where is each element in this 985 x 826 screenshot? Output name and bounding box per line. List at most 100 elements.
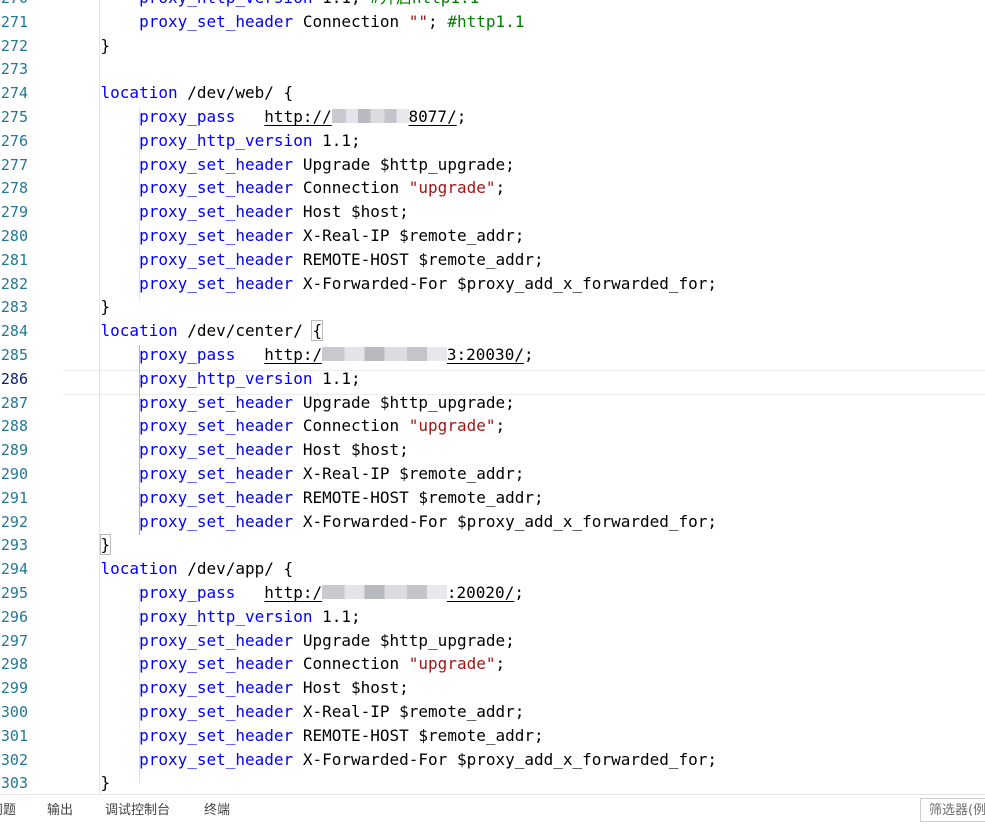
code-line[interactable]: 293 } [0, 533, 985, 557]
line-number: 292 [0, 512, 28, 531]
code-text: proxy_set_header X-Real-IP $remote_addr; [62, 224, 524, 248]
keyword-token: proxy_set_header [139, 440, 294, 460]
code-editor[interactable]: 270 proxy_http_version 1.1; #开启http1.127… [0, 0, 985, 794]
code-token: Connection [293, 654, 409, 674]
line-number: 285 [0, 346, 28, 364]
tab-problems[interactable]: 问题 [0, 795, 16, 826]
code-line[interactable]: 281 proxy_set_header REMOTE-HOST $remote… [0, 248, 985, 272]
code-line[interactable]: 291 proxy_set_header REMOTE-HOST $remote… [0, 486, 985, 510]
code-line[interactable]: 276 proxy_http_version 1.1; [0, 129, 985, 153]
string-token: "upgrade" [408, 178, 496, 198]
tab-debug-console[interactable]: 调试控制台 [105, 795, 170, 826]
code-line[interactable]: 271 proxy_set_header Connection ""; #htt… [0, 10, 985, 34]
code-token: } [62, 773, 111, 793]
code-line[interactable]: 275 proxy_pass http:// 8077/; [0, 105, 985, 129]
code-line[interactable]: 280 proxy_set_header X-Real-IP $remote_a… [0, 224, 985, 248]
code-token: X-Real-IP $remote_addr; [293, 702, 525, 721]
code-text: proxy_set_header Host $host; [62, 676, 409, 700]
code-token: REMOTE-HOST $remote_addr; [293, 725, 544, 745]
code-line[interactable]: 303 } [0, 771, 985, 794]
keyword-token: proxy_set_header [139, 178, 294, 198]
line-number: 270 [0, 0, 28, 10]
code-text: proxy_set_header Connection ""; #http1.1 [62, 10, 524, 34]
keyword-token: proxy_set_header [139, 416, 294, 436]
code-text: proxy_set_header Upgrade $http_upgrade; [62, 391, 515, 415]
code-line[interactable]: 287 proxy_set_header Upgrade $http_upgra… [0, 391, 985, 415]
code-token: X-Forwarded-For $proxy_add_x_forwarded_f… [293, 749, 718, 769]
filter-input[interactable]: 筛选器(例如 [920, 798, 985, 822]
keyword-token: proxy_set_header [139, 630, 294, 650]
code-line[interactable]: 286 proxy_http_version 1.1; [0, 367, 985, 391]
code-text: proxy_pass http:// 8077/; [62, 105, 466, 129]
code-token: Upgrade $http_upgrade; [293, 392, 515, 412]
code-line[interactable]: 277 proxy_set_header Upgrade $http_upgra… [0, 153, 985, 177]
url-token: 8077/ [408, 107, 457, 126]
code-line[interactable]: 272 } [0, 34, 985, 58]
bottom-panel-bar: 问题 输出 调试控制台 终端 筛选器(例如 [0, 794, 985, 826]
tab-output[interactable]: 输出 [47, 795, 73, 826]
code-token: Connection [293, 11, 409, 31]
code-line[interactable]: 270 proxy_http_version 1.1; #开启http1.1 [0, 0, 985, 10]
line-number: 294 [0, 560, 28, 579]
code-line[interactable]: 278 proxy_set_header Connection "upgrade… [0, 176, 985, 200]
code-line[interactable]: 274 location /dev/web/ { [0, 81, 985, 105]
code-token: } [62, 35, 111, 55]
line-number: 290 [0, 465, 28, 483]
tab-terminal[interactable]: 终端 [204, 795, 230, 826]
code-line[interactable]: 298 proxy_set_header Connection "upgrade… [0, 652, 985, 676]
code-line[interactable]: 290 proxy_set_header X-Real-IP $remote_a… [0, 462, 985, 486]
code-token: 1.1; [312, 0, 370, 7]
code-line[interactable]: 289 proxy_set_header Host $host; [0, 438, 985, 462]
code-token: ; [523, 345, 534, 364]
comment-token: #http1.1 [447, 11, 525, 31]
code-line[interactable]: 292 proxy_set_header X-Forwarded-For $pr… [0, 510, 985, 534]
code-line[interactable]: 296 proxy_http_version 1.1; [0, 605, 985, 629]
code-text: proxy_set_header REMOTE-HOST $remote_add… [62, 724, 544, 748]
keyword-token: proxy_set_header [139, 725, 294, 745]
line-number: 274 [0, 84, 28, 103]
code-line[interactable]: 282 proxy_set_header X-Forwarded-For $pr… [0, 272, 985, 296]
code-text: proxy_set_header Connection "upgrade"; [62, 176, 505, 200]
code-token: Connection [293, 416, 409, 436]
code-line[interactable]: 283 } [0, 295, 985, 319]
code-token: ; [495, 178, 506, 198]
code-line[interactable]: 301 proxy_set_header REMOTE-HOST $remote… [0, 724, 985, 748]
code-token: REMOTE-HOST $remote_addr; [293, 487, 544, 507]
code-token: Host $host; [293, 202, 409, 222]
keyword-token: proxy_set_header [139, 749, 294, 769]
code-line[interactable]: 295 proxy_pass http:/:20020/; [0, 581, 985, 605]
code-line[interactable]: 273 [0, 57, 985, 81]
code-line[interactable]: 284 location /dev/center/ { [0, 319, 985, 343]
redacted-url-segment [322, 347, 447, 361]
code-line[interactable]: 294 location /dev/app/ { [0, 557, 985, 581]
code-line[interactable]: 300 proxy_set_header X-Real-IP $remote_a… [0, 700, 985, 724]
code-line[interactable]: 297 proxy_set_header Upgrade $http_upgra… [0, 629, 985, 653]
code-text: } [62, 295, 111, 319]
line-number: 295 [0, 584, 28, 602]
line-number: 302 [0, 750, 28, 769]
code-line[interactable]: 279 proxy_set_header Host $host; [0, 200, 985, 224]
keyword-token: location [100, 321, 178, 341]
code-line[interactable]: 285 proxy_pass http:/ 3:20030/; [0, 343, 985, 367]
line-number: 291 [0, 488, 28, 507]
code-text: proxy_set_header REMOTE-HOST $remote_add… [62, 486, 544, 510]
keyword-token: proxy_http_version [139, 130, 313, 150]
code-line[interactable]: 288 proxy_set_header Connection "upgrade… [0, 414, 985, 438]
code-text: } [62, 771, 111, 794]
code-line[interactable]: 302 proxy_set_header X-Forwarded-For $pr… [0, 748, 985, 772]
keyword-token: proxy_set_header [139, 392, 294, 412]
code-line[interactable]: 299 proxy_set_header Host $host; [0, 676, 985, 700]
